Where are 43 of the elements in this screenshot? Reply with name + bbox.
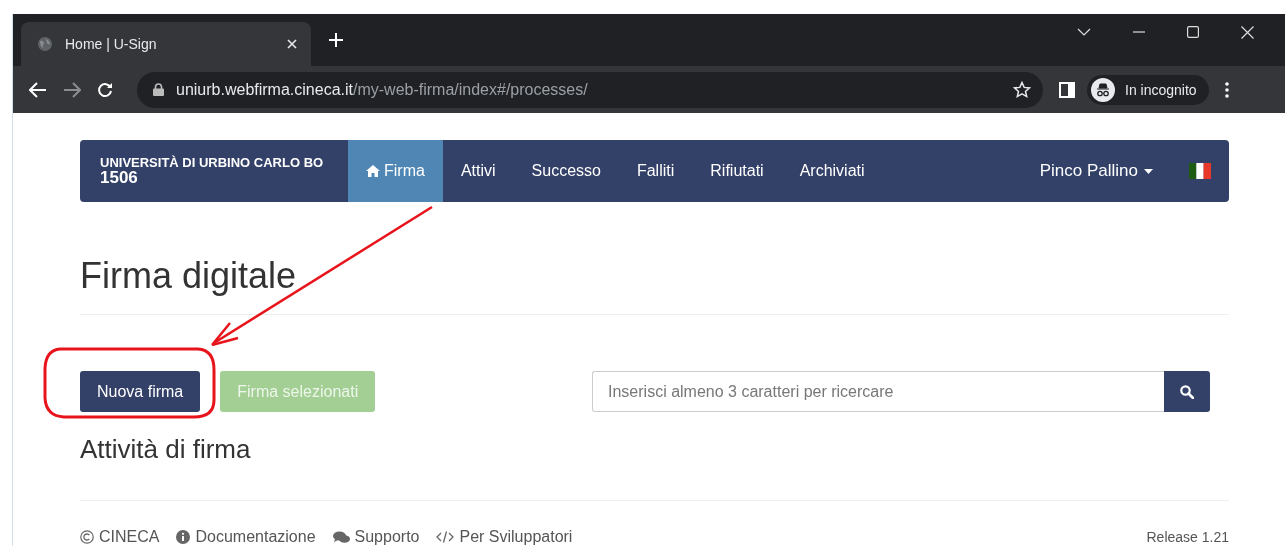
address-bar[interactable]: uniurb.webfirma.cineca.it/my-web-firma/index#/processes/	[137, 71, 1043, 108]
search-field[interactable]: Inserisci almeno 3 caratteri per ricercare	[592, 371, 1164, 412]
forward-arrow-icon[interactable]	[63, 81, 81, 98]
nav-tab[interactable]: Firma	[348, 140, 443, 202]
user-menu[interactable]: Pinco Pallino	[1039, 161, 1153, 181]
nav-tab[interactable]: Rifiutati	[692, 140, 782, 202]
new-signature-button[interactable]: Nuova firma	[80, 371, 201, 412]
star-icon[interactable]	[1013, 80, 1031, 99]
maximize-icon[interactable]	[1187, 26, 1199, 38]
incognito-button[interactable]: In incognito	[1087, 74, 1209, 105]
more-menu-icon[interactable]	[1224, 81, 1229, 98]
nav-tab[interactable]: Successo	[513, 140, 619, 202]
chevron-down-icon[interactable]	[1077, 28, 1091, 36]
nav-tab[interactable]: Falliti	[618, 140, 693, 202]
footer-link[interactable]: Documentazione	[176, 528, 316, 546]
footer-link[interactable]: Supporto	[332, 528, 420, 546]
footer-link[interactable]: Per Sviluppatori	[436, 528, 573, 546]
incognito-icon	[1091, 77, 1115, 102]
code-icon	[436, 531, 455, 543]
browser-tab[interactable]: Home | U-Sign	[21, 22, 311, 66]
nav-tab[interactable]: Attivi	[442, 140, 514, 202]
flag-icon[interactable]	[1189, 163, 1211, 179]
caret-icon	[1144, 168, 1153, 174]
page-title: Firma digitale	[80, 256, 298, 296]
plus-icon[interactable]	[329, 33, 343, 47]
home-icon	[366, 165, 380, 177]
search-button[interactable]	[1164, 371, 1210, 412]
nav-tab[interactable]: Archiviati	[781, 140, 883, 202]
globe-icon	[37, 36, 53, 52]
side-panel-icon[interactable]	[1059, 81, 1075, 98]
footer-link[interactable]: CINECA	[80, 528, 160, 546]
close-icon[interactable]	[1241, 25, 1254, 39]
close-icon[interactable]	[287, 39, 297, 49]
reload-icon[interactable]	[97, 81, 113, 98]
lock-icon	[153, 83, 164, 96]
university-year: 1506	[100, 170, 138, 186]
copyright-icon	[80, 530, 94, 544]
release-version: Release 1.21	[1146, 529, 1229, 545]
search-icon	[1180, 384, 1194, 399]
university-name[interactable]: UNIVERSITÀ DI URBINO CARLO BO	[100, 156, 324, 170]
section-title: Attività di firma	[80, 434, 252, 464]
chat-bubbles-icon	[332, 530, 350, 544]
back-arrow-icon[interactable]	[29, 81, 47, 98]
